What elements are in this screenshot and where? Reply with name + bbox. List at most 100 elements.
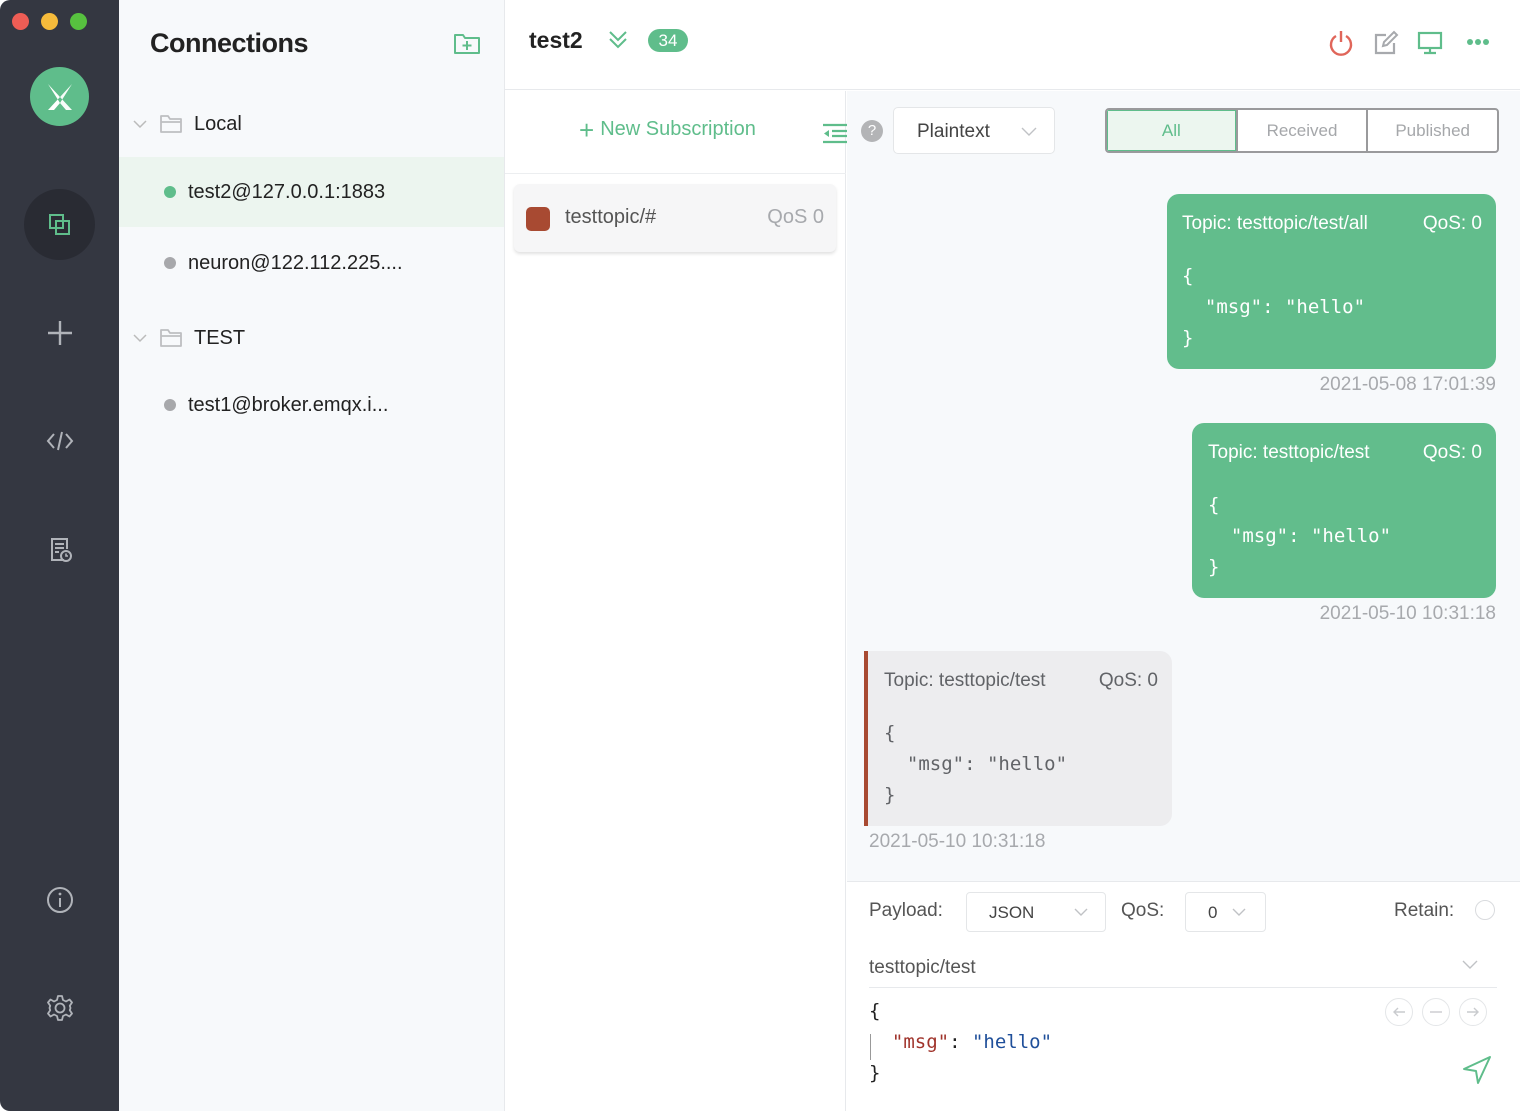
monitor-icon[interactable]: [1416, 29, 1444, 57]
nav-connections[interactable]: [24, 189, 95, 260]
code-icon: [46, 431, 73, 450]
nav-log[interactable]: [24, 514, 95, 585]
send-icon[interactable]: [1461, 1054, 1493, 1086]
status-disconnected-dot: [164, 257, 176, 269]
app-window: Connections Local test2@127.0.0.1:1883 n…: [0, 0, 1520, 1111]
plus-icon: +: [579, 114, 595, 145]
qos-value: 0: [1208, 903, 1218, 922]
connection-item[interactable]: neuron@122.112.225....: [119, 228, 504, 298]
group-label: Local: [194, 112, 242, 135]
message-topic: Topic: testtopic/test/all: [1182, 213, 1368, 234]
message-payload: { "msg": "hello" }: [1182, 265, 1366, 349]
subscription-topic: testtopic/#: [565, 206, 657, 228]
editor-cursor: [870, 1034, 871, 1060]
message-topic: Topic: testtopic/test: [1208, 442, 1370, 463]
chevron-down-icon: [1232, 908, 1246, 916]
status-connected-dot: [164, 186, 176, 198]
history-prev-button[interactable]: [1385, 998, 1413, 1026]
collapse-list-icon[interactable]: [821, 121, 847, 145]
nav-sidebar: [0, 0, 119, 1111]
chevron-down-icon[interactable]: [1461, 955, 1479, 973]
message-qos: QoS: 0: [1098, 670, 1158, 691]
message-payload: { "msg": "hello" }: [1208, 494, 1392, 578]
nav-script[interactable]: [24, 405, 95, 476]
qos-label: QoS:: [1121, 900, 1165, 921]
double-chevron-down-icon[interactable]: [606, 28, 630, 52]
nav-about[interactable]: [24, 864, 95, 935]
payload-type-value: JSON: [989, 903, 1035, 922]
connection-label: neuron@122.112.225....: [188, 251, 403, 274]
plus-icon: [47, 320, 72, 345]
subscriptions-panel: + New Subscription testtopic/# QoS 0: [505, 91, 847, 1111]
new-folder-icon[interactable]: [453, 30, 481, 56]
payload-type-select[interactable]: JSON: [966, 892, 1106, 932]
new-subscription-button[interactable]: + New Subscription: [579, 114, 756, 145]
payload-format-value: Plaintext: [917, 121, 990, 142]
connection-label: test1@broker.emqx.i...: [188, 393, 389, 416]
zoom-window-button[interactable]: [70, 13, 87, 30]
folder-icon: [160, 115, 182, 133]
message-time: 2021-05-10 10:31:18: [1319, 603, 1496, 624]
received-message[interactable]: Topic: testtopic/test QoS: 0 { "msg": "h…: [864, 651, 1172, 826]
retain-label: Retain:: [1394, 900, 1455, 921]
gear-icon: [46, 994, 73, 1021]
edit-icon[interactable]: [1372, 29, 1400, 57]
close-window-button[interactable]: [12, 13, 29, 30]
retain-radio[interactable]: [1475, 900, 1495, 920]
app-logo: [30, 67, 89, 126]
folder-icon: [160, 329, 182, 347]
arrow-right-icon: [1467, 1007, 1479, 1017]
minimize-window-button[interactable]: [41, 13, 58, 30]
chevron-down-icon[interactable]: [131, 329, 149, 347]
nav-new-connection[interactable]: [24, 297, 95, 368]
subscription-qos: QoS 0: [767, 206, 824, 228]
publish-topic-input[interactable]: [869, 948, 1497, 988]
message-qos: QoS: 0: [1422, 213, 1482, 234]
message-qos: QoS: 0: [1422, 442, 1482, 463]
connection-item[interactable]: test1@broker.emqx.i...: [119, 370, 504, 440]
connection-header: test2 34: [505, 0, 1520, 90]
chevron-down-icon: [1074, 908, 1088, 916]
brace-open: {: [869, 1000, 881, 1022]
more-icon[interactable]: [1465, 29, 1493, 57]
help-icon[interactable]: ?: [861, 120, 883, 142]
nav-settings[interactable]: [24, 972, 95, 1043]
message-payload: { "msg": "hello" }: [884, 722, 1068, 806]
arrow-left-icon: [1393, 1007, 1405, 1017]
logo-icon: [47, 83, 72, 110]
history-clear-button[interactable]: [1422, 998, 1450, 1026]
qos-select[interactable]: 0: [1185, 892, 1266, 932]
info-icon: [46, 886, 73, 913]
chevron-down-icon: [1021, 127, 1037, 136]
json-value: "hello": [971, 1031, 1053, 1053]
message-filter-tabs: All Received Published: [1105, 108, 1499, 153]
publish-panel: Payload: JSON QoS: 0 Retain: { "msg": "h…: [847, 881, 1520, 1111]
filter-all-tab[interactable]: All: [1107, 110, 1238, 151]
group-label: TEST: [194, 326, 246, 349]
json-key: "msg": [891, 1031, 950, 1053]
message-topic: Topic: testtopic/test: [884, 670, 1046, 691]
connection-item[interactable]: test2@127.0.0.1:1883: [119, 157, 504, 227]
filter-received-tab[interactable]: Received: [1238, 110, 1369, 151]
minus-icon: [1430, 1011, 1442, 1013]
new-subscription-label: New Subscription: [600, 118, 756, 140]
message-time: 2021-05-08 17:01:39: [1319, 374, 1496, 395]
published-message[interactable]: Topic: testtopic/test/all QoS: 0 { "msg"…: [1167, 194, 1496, 369]
chevron-down-icon[interactable]: [131, 115, 149, 133]
window-controls: [12, 13, 87, 30]
subscription-color[interactable]: [526, 207, 550, 231]
history-next-button[interactable]: [1459, 998, 1487, 1026]
filter-published-tab[interactable]: Published: [1368, 110, 1497, 151]
message-count-badge: 34: [648, 29, 688, 52]
connections-icon: [48, 213, 70, 235]
published-message[interactable]: Topic: testtopic/test QoS: 0 { "msg": "h…: [1192, 423, 1496, 598]
payload-label: Payload:: [869, 900, 943, 921]
payload-format-select[interactable]: Plaintext: [893, 107, 1055, 154]
connections-title: Connections: [150, 28, 309, 58]
message-time: 2021-05-10 10:31:18: [869, 831, 1046, 852]
json-colon: :: [949, 1031, 972, 1053]
power-icon[interactable]: [1327, 29, 1355, 57]
status-disconnected-dot: [164, 399, 176, 411]
payload-editor[interactable]: { "msg": "hello" }: [869, 996, 1369, 1096]
subscription-item[interactable]: testtopic/# QoS 0: [514, 184, 836, 252]
